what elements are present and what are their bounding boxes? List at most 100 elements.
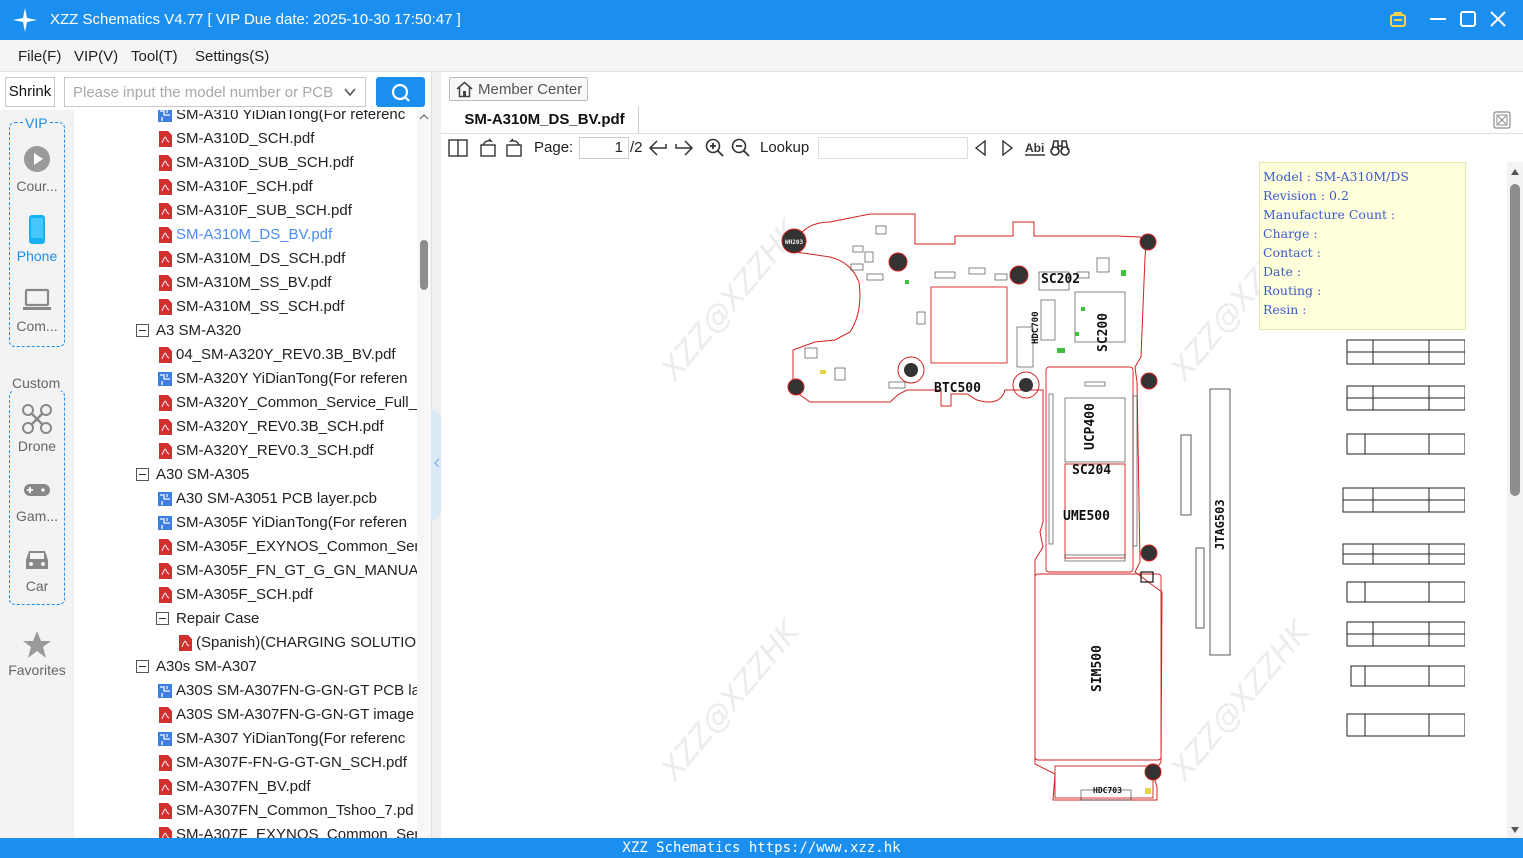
viewer-scroll-thumb[interactable] bbox=[1510, 184, 1520, 496]
close-tab-icon[interactable] bbox=[1493, 111, 1511, 129]
tree-item-label: SM-A307FN_BV.pdf bbox=[176, 778, 311, 795]
tree-file[interactable]: SM-A307F-FN-G-GT-GN_SCH.pdf bbox=[74, 751, 417, 775]
shrink-button[interactable]: Shrink bbox=[5, 77, 55, 107]
search-button[interactable] bbox=[376, 77, 425, 107]
tree-file[interactable]: SM-A307F_EXYNOS_Common_Serv bbox=[74, 823, 417, 838]
pdf-file-icon bbox=[159, 419, 172, 435]
rail-item-favorites[interactable]: Favorites bbox=[0, 628, 74, 688]
tree-file[interactable]: SM-A305F_EXYNOS_Common_Serv bbox=[74, 535, 417, 559]
tree-file[interactable]: SM-A310D_SUB_SCH.pdf bbox=[74, 151, 417, 175]
tree-file[interactable]: SM-A305F_SCH.pdf bbox=[74, 583, 417, 607]
rail-item-drone[interactable]: Drone bbox=[0, 402, 74, 462]
label-jtag503: JTAG503 bbox=[1213, 499, 1227, 550]
tree-folder[interactable]: A3 SM-A320 bbox=[74, 319, 417, 343]
tree-file[interactable]: SM-A305F_FN_GT_G_GN_MANUAL bbox=[74, 559, 417, 583]
menu-settings[interactable]: Settings(S) bbox=[195, 48, 269, 65]
rotate-left-icon[interactable] bbox=[478, 138, 498, 158]
tree-item-label: SM-A310D_SCH.pdf bbox=[176, 130, 315, 147]
menu-vip[interactable]: VIP(V) bbox=[74, 48, 118, 65]
lookup-input[interactable] bbox=[818, 137, 968, 159]
play-icon bbox=[24, 146, 50, 172]
tree-file[interactable]: A30 SM-A3051 PCB layer.pcb bbox=[74, 487, 417, 511]
tree-file[interactable]: SM-A310F_SCH.pdf bbox=[74, 175, 417, 199]
menu-tool[interactable]: Tool(T) bbox=[131, 48, 178, 65]
minimize-icon[interactable] bbox=[1427, 8, 1449, 30]
tree-file[interactable]: SM-A310M_DS_SCH.pdf bbox=[74, 247, 417, 271]
tree-scroll-thumb[interactable] bbox=[420, 240, 428, 290]
find-previous-icon[interactable] bbox=[971, 138, 991, 158]
tree-file[interactable]: A30S SM-A307FN-G-GN-GT PCB la bbox=[74, 679, 417, 703]
tree-file[interactable]: SM-A305F YiDianTong(For referen bbox=[74, 511, 417, 535]
page-label: Page: bbox=[534, 139, 574, 156]
maximize-icon[interactable] bbox=[1457, 8, 1479, 30]
tree-file[interactable]: SM-A310M_SS_SCH.pdf bbox=[74, 295, 417, 319]
search-input[interactable] bbox=[65, 78, 335, 106]
pdf-file-icon bbox=[159, 395, 172, 411]
tree-item-label: SM-A320Y_Common_Service_Full_S bbox=[176, 394, 417, 411]
tree-file[interactable]: 04_SM-A320Y_REV0.3B_BV.pdf bbox=[74, 343, 417, 367]
tree-folder[interactable]: A30 SM-A305 bbox=[74, 463, 417, 487]
rail-item-computer[interactable]: Com... bbox=[0, 282, 74, 342]
collapse-icon[interactable] bbox=[156, 612, 169, 625]
rail-item-courses[interactable]: Cour... bbox=[0, 142, 74, 202]
tree-file[interactable]: SM-A307FN_Common_Tshoo_7.pd bbox=[74, 799, 417, 823]
tree-file[interactable]: SM-A310M_DS_BV.pdf bbox=[74, 223, 417, 247]
rotate-right-icon[interactable] bbox=[504, 138, 524, 158]
scroll-up-icon[interactable] bbox=[419, 112, 429, 122]
tree-file[interactable]: SM-A310M_SS_BV.pdf bbox=[74, 271, 417, 295]
tree-file[interactable]: SM-A320Y YiDianTong(For referen bbox=[74, 367, 417, 391]
tree-folder[interactable]: A30s SM-A307 bbox=[74, 655, 417, 679]
tree-folder[interactable]: Repair Case bbox=[74, 607, 417, 631]
label-sim500: SIM500 bbox=[1090, 645, 1105, 692]
binoculars-icon[interactable] bbox=[1050, 138, 1070, 158]
tree-item-label: SM-A310 YiDianTong(For referenc bbox=[176, 110, 406, 123]
vip-bag-icon[interactable] bbox=[1387, 8, 1409, 30]
chevron-down-icon[interactable] bbox=[343, 85, 357, 99]
tree-scrollbar[interactable] bbox=[417, 110, 431, 838]
tree-file[interactable]: SM-A307FN_BV.pdf bbox=[74, 775, 417, 799]
viewer-scrollbar[interactable] bbox=[1507, 162, 1523, 838]
panel-splitter[interactable] bbox=[431, 72, 441, 838]
tree-file[interactable]: SM-A320Y_Common_Service_Full_S bbox=[74, 391, 417, 415]
pdf-file-icon bbox=[159, 539, 172, 555]
find-next-icon[interactable] bbox=[997, 138, 1017, 158]
search-icon bbox=[391, 83, 410, 102]
pdf-file-icon bbox=[159, 203, 172, 219]
sidebar-toggle-icon[interactable] bbox=[448, 138, 468, 158]
tree-item-label: A30S SM-A307FN-G-GN-GT PCB la bbox=[176, 682, 417, 699]
tree-item-label: A3 SM-A320 bbox=[156, 322, 242, 339]
menu-file[interactable]: File(F) bbox=[18, 48, 61, 65]
tree-file[interactable]: SM-A310F_SUB_SCH.pdf bbox=[74, 199, 417, 223]
next-page-icon[interactable] bbox=[674, 138, 694, 158]
tree-file[interactable]: SM-A310 YiDianTong(For referenc bbox=[74, 110, 417, 127]
collapse-icon[interactable] bbox=[136, 324, 149, 337]
scroll-up-icon[interactable] bbox=[1510, 168, 1520, 176]
vip-group-label: VIP bbox=[24, 115, 49, 131]
rail-item-phone[interactable]: Phone bbox=[0, 212, 74, 272]
rail-item-car[interactable]: Car bbox=[0, 542, 74, 602]
close-icon[interactable] bbox=[1487, 8, 1509, 30]
collapse-icon[interactable] bbox=[136, 468, 149, 481]
lookup-label: Lookup bbox=[760, 139, 810, 156]
pcb-file-icon bbox=[158, 110, 172, 122]
info-routing: Routing : bbox=[1263, 283, 1322, 298]
tree-file[interactable]: SM-A320Y_REV0.3_SCH.pdf bbox=[74, 439, 417, 463]
member-center-button[interactable]: Member Center bbox=[449, 77, 588, 101]
tree-item-label: SM-A305F_EXYNOS_Common_Serv bbox=[176, 538, 417, 555]
pdf-file-icon bbox=[179, 635, 192, 651]
collapse-icon[interactable] bbox=[136, 660, 149, 673]
scroll-down-icon[interactable] bbox=[1510, 826, 1520, 834]
previous-page-icon[interactable] bbox=[648, 138, 668, 158]
tree-file[interactable]: SM-A310D_SCH.pdf bbox=[74, 127, 417, 151]
zoom-out-icon[interactable] bbox=[731, 138, 751, 158]
page-number-input[interactable]: 1 bbox=[579, 137, 629, 159]
tree-file[interactable]: A30S SM-A307FN-G-GN-GT image bbox=[74, 703, 417, 727]
tree-file[interactable]: SM-A307 YiDianTong(For referenc bbox=[74, 727, 417, 751]
match-case-icon[interactable]: Abi bbox=[1024, 138, 1046, 158]
tree-file[interactable]: SM-A320Y_REV0.3B_SCH.pdf bbox=[74, 415, 417, 439]
tab-document[interactable]: SM-A310M_DS_BV.pdf bbox=[451, 106, 639, 134]
tree-file[interactable]: (Spanish)(CHARGING SOLUTION bbox=[74, 631, 417, 655]
zoom-in-icon[interactable] bbox=[705, 138, 725, 158]
rail-item-game[interactable]: Gam... bbox=[0, 472, 74, 532]
tree-item-label: SM-A310M_DS_SCH.pdf bbox=[176, 250, 346, 267]
